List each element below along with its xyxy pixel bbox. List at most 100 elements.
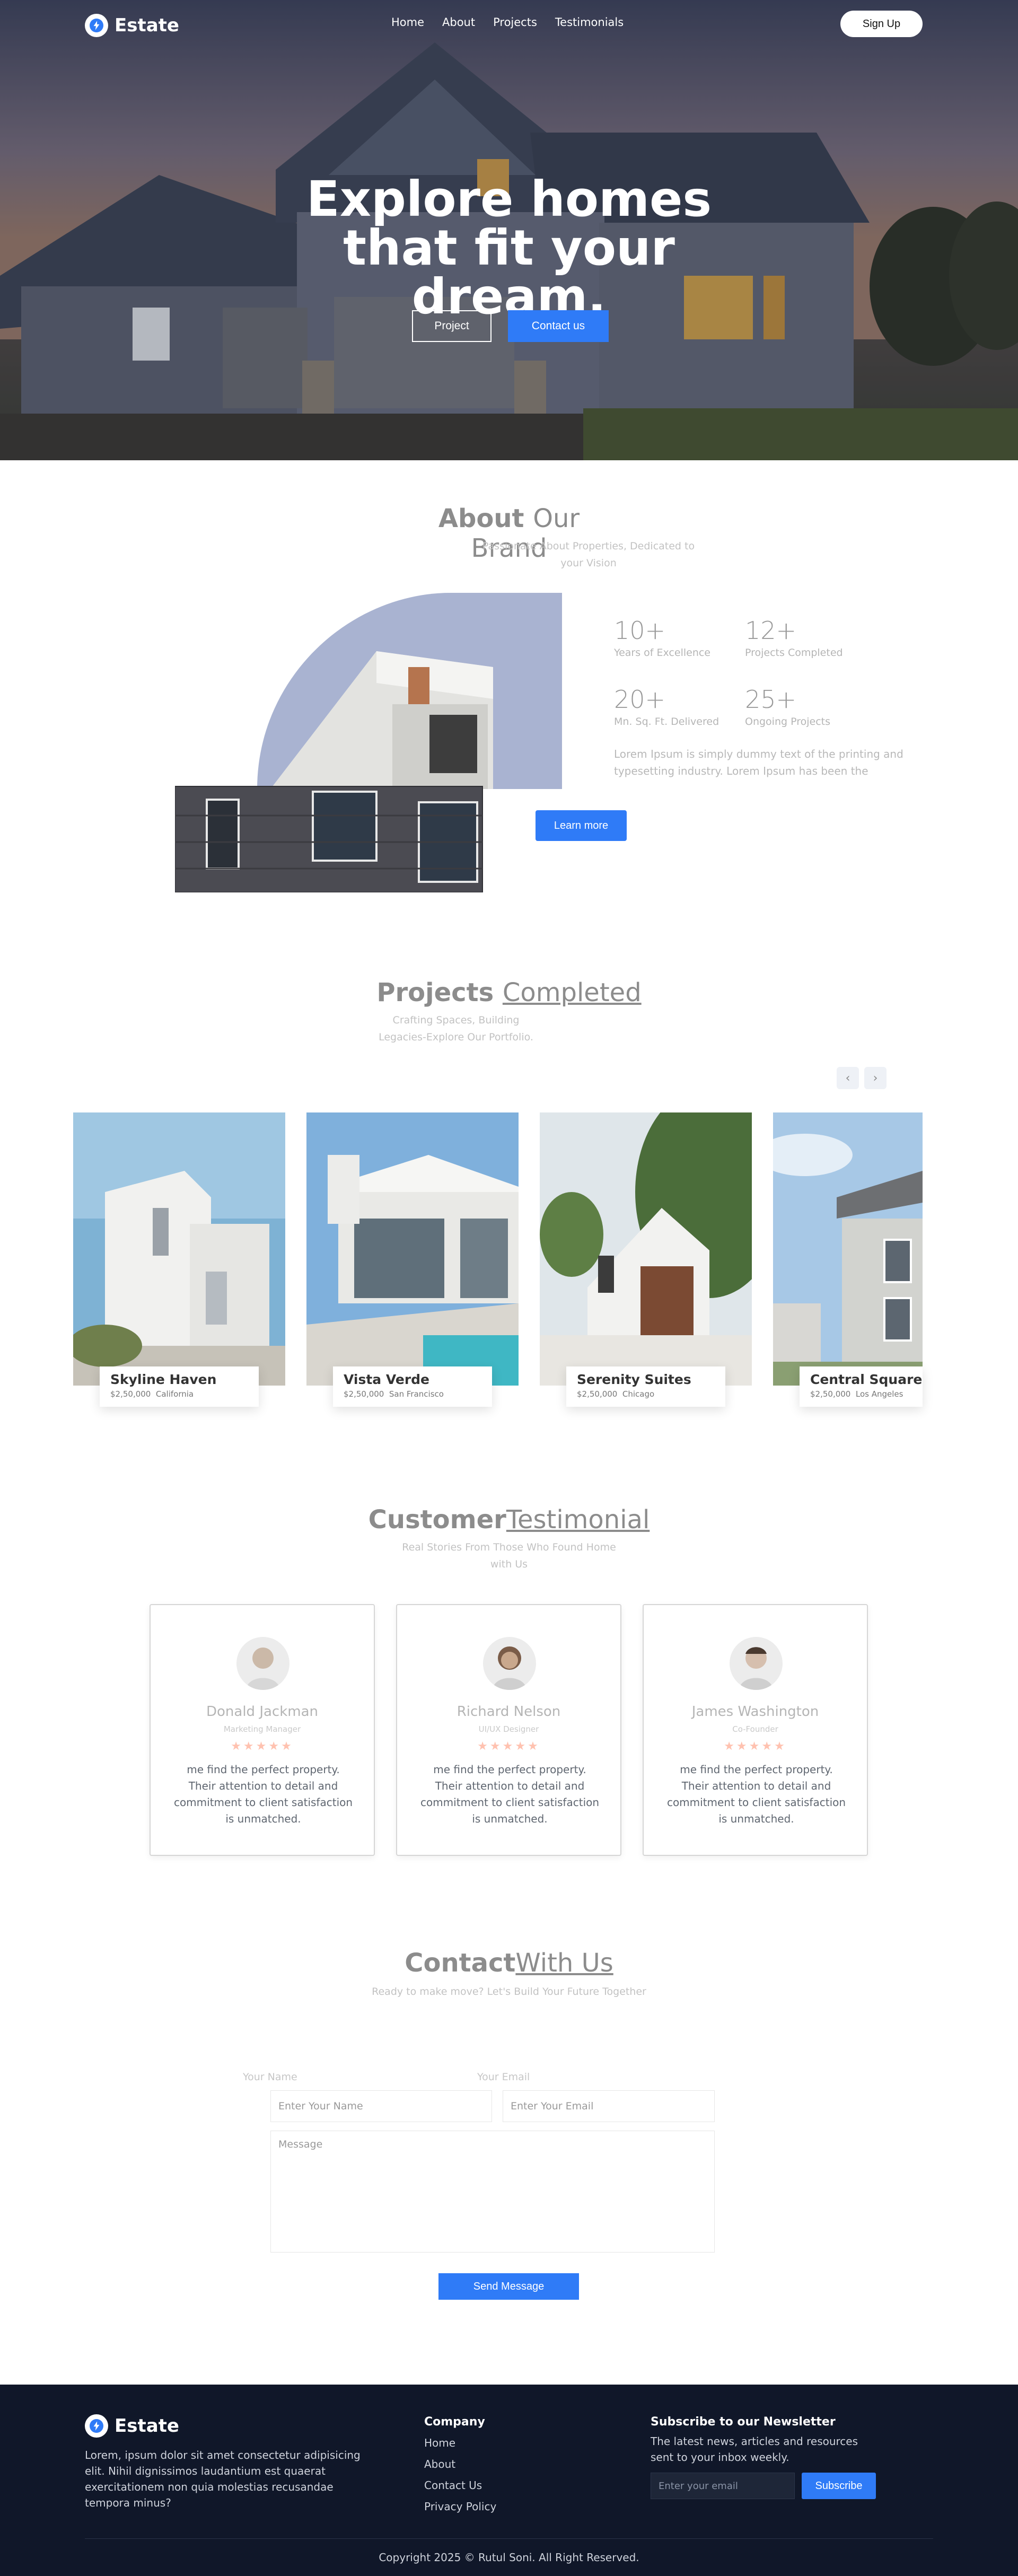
star-rating-icon: ★★★★★ (477, 1740, 540, 1753)
project-price: $2,50,000 (577, 1389, 618, 1399)
project-card[interactable] (773, 1112, 923, 1386)
send-message-button[interactable]: Send Message (438, 2273, 579, 2300)
testimonial-text: me find the perfect property. Their atte… (420, 1763, 600, 1825)
contact-title-light: With Us (515, 1948, 613, 1978)
nav-link-testimonials[interactable]: Testimonials (555, 16, 624, 29)
signup-button[interactable]: Sign Up (840, 11, 923, 37)
testimonial-card: James Washington Co-Founder ★★★★★ me fin… (643, 1604, 868, 1856)
project-image-skyline (73, 1112, 285, 1386)
stat-value-sqft: 20+ (614, 685, 666, 714)
bolt-icon (85, 2414, 108, 2438)
project-name: Central Square (810, 1372, 923, 1387)
stat-value-ongoing: 25+ (745, 685, 797, 714)
name-input[interactable]: Enter Your Name (270, 2090, 492, 2122)
projects-title: Projects Completed (297, 978, 721, 1007)
footer-brand-logo[interactable]: Estate (85, 2414, 179, 2438)
newsletter-text: The latest news, articles and resources … (651, 2435, 858, 2464)
star-rating-icon: ★★★★★ (231, 1740, 294, 1753)
project-location: Los Angeles (855, 1389, 903, 1399)
projects-title-light: Completed (502, 978, 642, 1007)
avatar (730, 1637, 783, 1690)
nav-link-home[interactable]: Home (391, 16, 424, 29)
avatar (236, 1637, 289, 1690)
project-card[interactable] (306, 1112, 519, 1386)
footer: Estate Lorem, ipsum dolor sit amet conse… (0, 2385, 1018, 2576)
footer-link-contact[interactable]: Contact Us (424, 2479, 482, 2492)
project-location: San Francisco (389, 1389, 444, 1399)
footer-link-privacy[interactable]: Privacy Policy (424, 2500, 496, 2513)
stat-value-projects: 12+ (745, 616, 797, 645)
project-info-card: Vista Verde $2,50,000 San Francisco (333, 1366, 492, 1407)
footer-link-about[interactable]: About (424, 2458, 455, 2470)
stat-label-sqft: Mn. Sq. Ft. Delivered (614, 716, 719, 728)
bolt-icon (85, 14, 108, 37)
contact-title: ContactWith Us (297, 1948, 721, 1978)
nav-link-about[interactable]: About (442, 16, 475, 29)
testimonial-name: Donald Jackman (206, 1704, 319, 1720)
newsletter-heading: Subscribe to our Newsletter (651, 2415, 836, 2429)
project-name: Skyline Haven (110, 1372, 217, 1387)
footer-link-home[interactable]: Home (424, 2437, 455, 2449)
projects-subtitle: Crafting Spaces, Building Legacies-Explo… (379, 1014, 533, 1043)
project-info-card: Central Square $2,50,000 Los Angeles (800, 1366, 923, 1407)
carousel-next-button[interactable]: › (864, 1067, 887, 1089)
project-location: Chicago (622, 1389, 655, 1399)
project-location: California (155, 1389, 194, 1399)
project-name: Serenity Suites (577, 1372, 691, 1387)
project-image-vista (306, 1112, 519, 1386)
testimonial-role: UI/UX Designer (478, 1724, 539, 1734)
hero-title: Explore homes that fit your dream. (306, 171, 712, 325)
stat-label-years: Years of Excellence (614, 647, 710, 659)
company-heading: Company (424, 2415, 485, 2429)
project-name: Vista Verde (344, 1372, 429, 1387)
project-button[interactable]: Project (412, 310, 492, 342)
copyright-text: Copyright 2025 © Rutul Soni. All Right R… (379, 2551, 639, 2564)
project-meta: $2,50,000 San Francisco (344, 1389, 481, 1399)
contact-title-bold: Contact (405, 1948, 516, 1978)
carousel-prev-button[interactable]: ‹ (837, 1067, 859, 1089)
contact-us-button[interactable]: Contact us (508, 310, 609, 342)
message-textarea[interactable]: Message (270, 2131, 715, 2253)
subscribe-button[interactable]: Subscribe (802, 2473, 876, 2499)
project-info-card: Serenity Suites $2,50,000 Chicago (566, 1366, 725, 1407)
project-image-serenity (540, 1112, 752, 1386)
email-input[interactable]: Enter Your Email (503, 2090, 715, 2122)
stat-value-years: 10+ (614, 616, 666, 645)
testimonial-role: Co-Founder (732, 1724, 778, 1734)
project-info-card: Skyline Haven $2,50,000 California (100, 1366, 259, 1407)
hero-section: Estate Home About Projects Testimonials … (0, 0, 1018, 460)
testimonial-role: Marketing Manager (223, 1724, 301, 1734)
footer-brand-name: Estate (115, 2415, 179, 2437)
nav-link-projects[interactable]: Projects (493, 16, 537, 29)
name-label: Your Name (243, 2071, 297, 2083)
projects-title-bold: Projects (376, 978, 494, 1007)
learn-more-button[interactable]: Learn more (536, 810, 627, 841)
testimonial-text: me find the perfect property. Their atte… (666, 1763, 846, 1825)
footer-divider (85, 2538, 933, 2539)
project-price: $2,50,000 (344, 1389, 384, 1399)
project-meta: $2,50,000 Chicago (577, 1389, 715, 1399)
testimonial-card: Richard Nelson UI/UX Designer ★★★★★ me f… (396, 1604, 621, 1856)
stat-label-ongoing: Ongoing Projects (745, 716, 831, 728)
contact-subtitle: Ready to make move? Let's Build Your Fut… (372, 1986, 646, 1997)
project-card[interactable] (73, 1112, 285, 1386)
project-card[interactable] (540, 1112, 752, 1386)
testimonials-title-light: Testimonial (506, 1505, 650, 1535)
project-price: $2,50,000 (110, 1389, 151, 1399)
project-meta: $2,50,000 California (110, 1389, 248, 1399)
project-image-central (773, 1112, 923, 1386)
testimonial-name: James Washington (691, 1704, 819, 1720)
testimonial-card: Donald Jackman Marketing Manager ★★★★★ m… (150, 1604, 375, 1856)
newsletter-email-input[interactable]: Enter your email (651, 2473, 795, 2499)
main-nav: Home About Projects Testimonials (391, 16, 624, 29)
testimonials-title: CustomerTestimonial (297, 1505, 721, 1535)
testimonials-subtitle: Real Stories From Those Who Found Home w… (402, 1541, 616, 1570)
building-image (175, 593, 562, 892)
project-price: $2,50,000 (810, 1389, 851, 1399)
brand-name: Estate (115, 15, 179, 36)
testimonial-text: me find the perfect property. Their atte… (173, 1763, 353, 1825)
testimonials-title-bold: Customer (368, 1505, 506, 1535)
project-meta: $2,50,000 Los Angeles (810, 1389, 912, 1399)
brand-logo[interactable]: Estate (85, 14, 179, 37)
footer-description: Lorem, ipsum dolor sit amet consectetur … (85, 2449, 361, 2509)
